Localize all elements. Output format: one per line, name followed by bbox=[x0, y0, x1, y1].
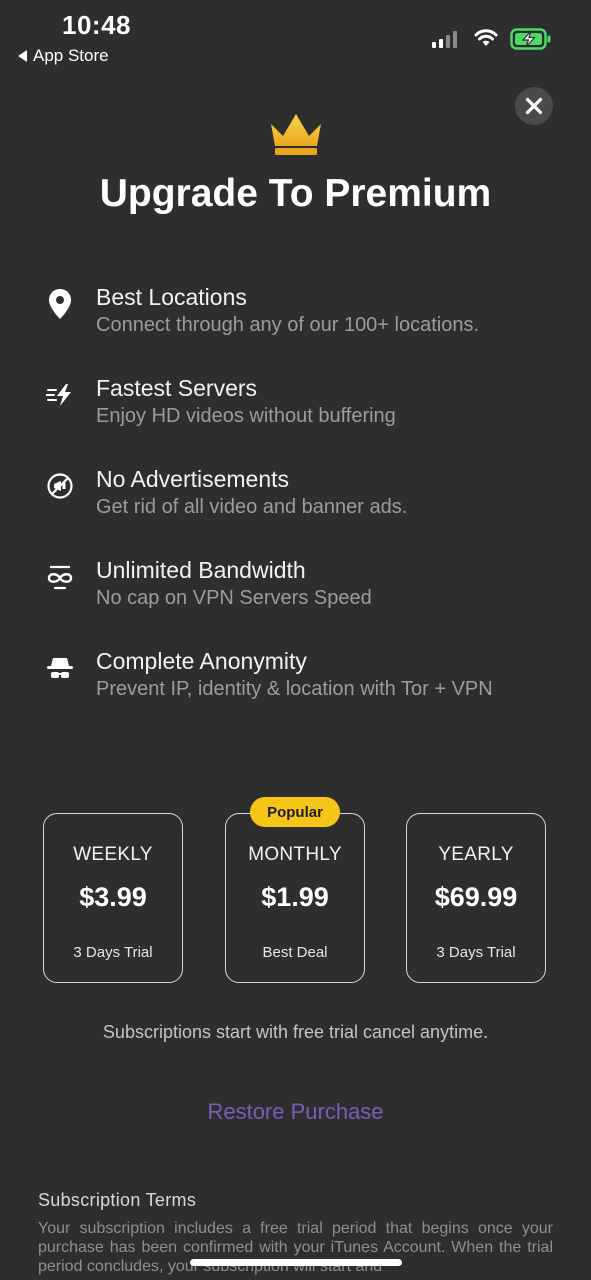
feature-no-advertisements: No Advertisements Get rid of all video a… bbox=[44, 466, 564, 526]
feature-complete-anonymity: Complete Anonymity Prevent IP, identity … bbox=[44, 648, 564, 708]
status-time: 10:48 bbox=[62, 10, 131, 40]
feature-description: Get rid of all video and banner ads. bbox=[96, 496, 408, 518]
subscription-note: Subscriptions start with free trial canc… bbox=[102, 1022, 489, 1042]
plan-name: MONTHLY bbox=[248, 844, 342, 865]
plan-yearly[interactable]: YEARLY $69.99 3 Days Trial bbox=[406, 813, 546, 983]
feature-best-locations: Best Locations Connect through any of ou… bbox=[44, 284, 564, 344]
battery-charging-icon bbox=[510, 28, 552, 55]
fast-bolt-icon bbox=[44, 379, 76, 411]
feature-description: Prevent IP, identity & location with Tor… bbox=[96, 678, 493, 700]
page-title: Upgrade To Premium bbox=[99, 172, 492, 215]
cellular-signal-icon bbox=[432, 30, 457, 48]
close-icon bbox=[525, 97, 543, 115]
plan-monthly[interactable]: MONTHLY $1.99 Best Deal bbox=[225, 813, 365, 983]
plan-weekly[interactable]: WEEKLY $3.99 3 Days Trial bbox=[43, 813, 183, 983]
infinity-icon bbox=[44, 561, 76, 593]
feature-title: No Advertisements bbox=[96, 466, 290, 492]
plan-note: 3 Days Trial bbox=[73, 944, 153, 961]
restore-purchase-button[interactable]: Restore Purchase bbox=[0, 1099, 591, 1125]
feature-description: Enjoy HD videos without buffering bbox=[96, 405, 396, 427]
feature-title: Complete Anonymity bbox=[96, 648, 307, 674]
feature-title: Best Locations bbox=[96, 284, 247, 310]
location-pin-icon bbox=[44, 288, 76, 320]
feature-unlimited-bandwidth: Unlimited Bandwidth No cap on VPN Server… bbox=[44, 557, 564, 617]
plan-price: $1.99 bbox=[261, 882, 329, 912]
terms-heading: Subscription Terms bbox=[38, 1190, 197, 1210]
close-button[interactable] bbox=[515, 87, 553, 125]
feature-title: Unlimited Bandwidth bbox=[96, 557, 306, 583]
feature-description: Connect through any of our 100+ location… bbox=[96, 314, 480, 336]
incognito-icon bbox=[44, 652, 76, 684]
back-label: App Store bbox=[33, 46, 109, 65]
plan-name: YEARLY bbox=[438, 844, 514, 865]
back-arrow-icon bbox=[18, 50, 27, 62]
popular-badge: Popular bbox=[250, 797, 340, 827]
plan-price: $3.99 bbox=[79, 882, 147, 912]
wifi-icon bbox=[474, 28, 498, 53]
feature-title: Fastest Servers bbox=[96, 375, 258, 401]
plan-price: $69.99 bbox=[434, 882, 518, 912]
plan-note: Best Deal bbox=[262, 944, 328, 961]
feature-description: No cap on VPN Servers Speed bbox=[96, 587, 372, 609]
plan-note: 3 Days Trial bbox=[436, 944, 516, 961]
home-indicator[interactable] bbox=[190, 1259, 402, 1266]
crown-icon bbox=[268, 112, 324, 161]
terms-body: Your subscription includes a free trial … bbox=[38, 1220, 553, 1275]
plan-name: WEEKLY bbox=[73, 844, 153, 865]
no-ads-icon bbox=[44, 470, 76, 502]
back-to-app-store[interactable]: App Store bbox=[18, 46, 109, 66]
feature-fastest-servers: Fastest Servers Enjoy HD videos without … bbox=[44, 375, 564, 435]
